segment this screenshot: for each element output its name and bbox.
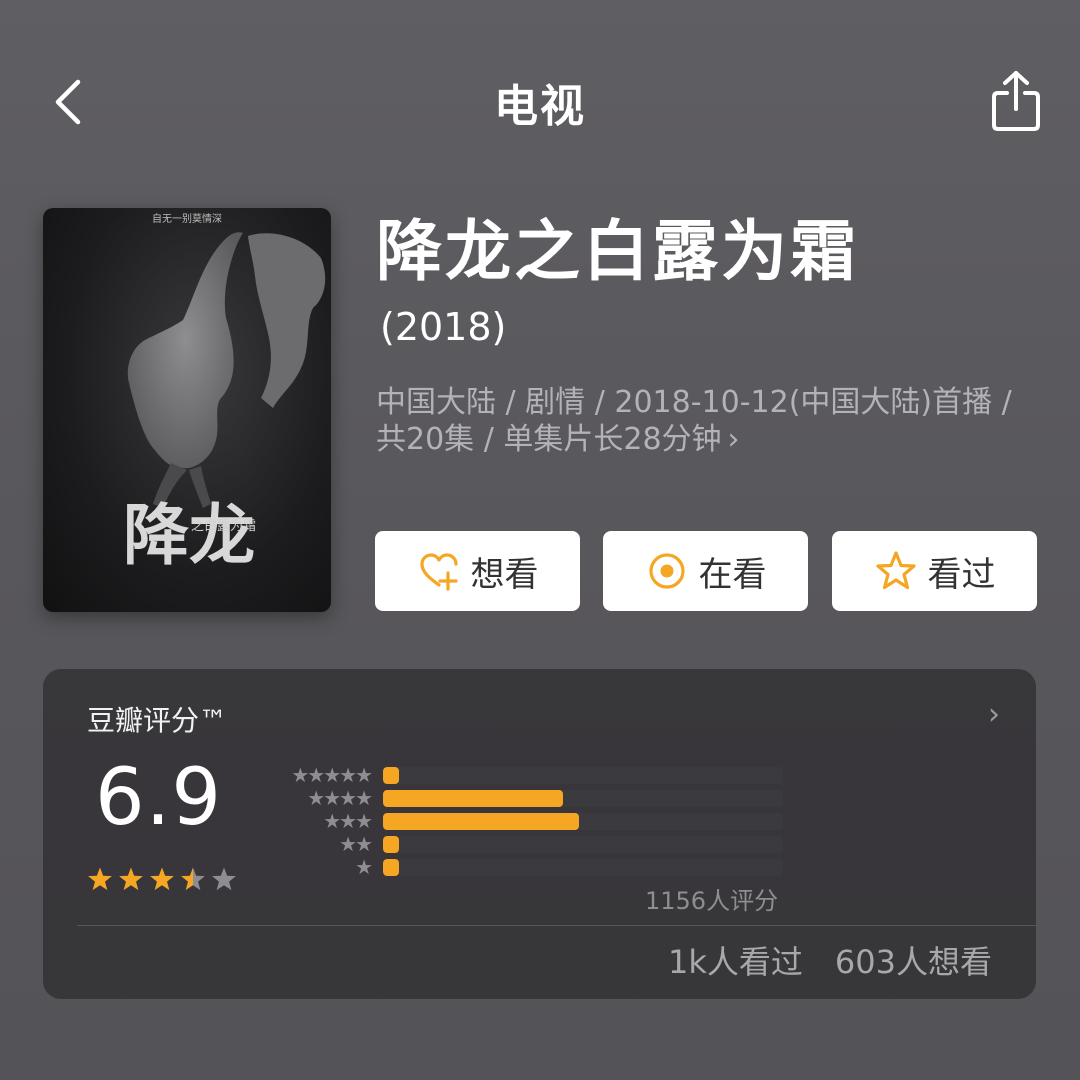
- share-icon: [992, 71, 1040, 131]
- distribution-row: ★★★★★: [263, 763, 783, 787]
- watching-button[interactable]: 在看: [603, 531, 808, 611]
- rating-section-title: 豆瓣评分™: [87, 704, 228, 737]
- chevron-right-icon: ›: [727, 422, 740, 457]
- movie-meta[interactable]: 中国大陆 / 剧情 / 2018-10-12(中国大陆)首播 / 共20集 / …: [376, 384, 1016, 458]
- movie-title: 降龙之白露为霜: [376, 213, 859, 290]
- rating-stars: [87, 865, 247, 899]
- distribution-track: [383, 859, 783, 876]
- page-title: 电视: [494, 81, 586, 132]
- star-icon: [88, 867, 112, 891]
- distribution-row: ★★★: [263, 809, 783, 833]
- heart-plus-icon: [417, 549, 461, 593]
- distribution-stars: ★★★: [323, 809, 373, 833]
- rating-card[interactable]: 豆瓣评分™ › 6.9 ★★★★★ ★★★★ ★★★ ★★ ★ 1156人评分 1k人看…: [43, 669, 1036, 999]
- distribution-bar: [383, 813, 579, 830]
- distribution-bar: [383, 790, 563, 807]
- distribution-stars: ★: [355, 855, 373, 879]
- star-icon: [119, 867, 143, 891]
- want-count[interactable]: 603人想看: [835, 937, 992, 983]
- movie-meta-text: 中国大陆 / 剧情 / 2018-10-12(中国大陆)首播 / 共20集 / …: [376, 385, 1012, 457]
- star-icon: [212, 867, 236, 891]
- distribution-track: [383, 813, 783, 830]
- rating-footer: 1k人看过 603人想看: [668, 937, 992, 983]
- distribution-bar: [383, 767, 399, 784]
- target-circle-icon: [645, 549, 689, 593]
- distribution-stars: ★★: [339, 832, 373, 856]
- poster-tagline: 自无一别莫情深: [152, 212, 222, 225]
- distribution-track: [383, 767, 783, 784]
- want-to-watch-label: 想看: [470, 554, 539, 595]
- rating-score: 6.9: [95, 753, 223, 843]
- want-to-watch-button[interactable]: 想看: [375, 531, 580, 611]
- rating-count: 1156人评分: [645, 887, 779, 915]
- distribution-bar: [383, 859, 399, 876]
- share-button[interactable]: [986, 66, 1046, 136]
- distribution-bar: [383, 836, 399, 853]
- star-outline-icon: [874, 549, 918, 593]
- watching-label: 在看: [698, 554, 767, 595]
- watched-count[interactable]: 1k人看过: [668, 937, 803, 983]
- distribution-row: ★★★★: [263, 786, 783, 810]
- star-icon: [181, 867, 205, 891]
- star-icon: [150, 867, 174, 891]
- movie-year: (2018): [380, 305, 507, 349]
- distribution-stars: ★★★★★: [291, 763, 373, 787]
- poster-title: 降龙: [123, 496, 255, 574]
- distribution-row: ★★: [263, 832, 783, 856]
- poster-image[interactable]: 自无一别莫情深 降龙 之白露为霜: [43, 208, 331, 612]
- distribution-row: ★: [263, 855, 783, 879]
- distribution-track: [383, 836, 783, 853]
- watched-button[interactable]: 看过: [832, 531, 1037, 611]
- chevron-right-icon[interactable]: ›: [988, 697, 1000, 732]
- divider: [77, 925, 1036, 926]
- watched-label: 看过: [927, 554, 996, 595]
- poster-subtitle: 之白露为霜: [191, 518, 256, 534]
- distribution-stars: ★★★★: [307, 786, 373, 810]
- distribution-track: [383, 790, 783, 807]
